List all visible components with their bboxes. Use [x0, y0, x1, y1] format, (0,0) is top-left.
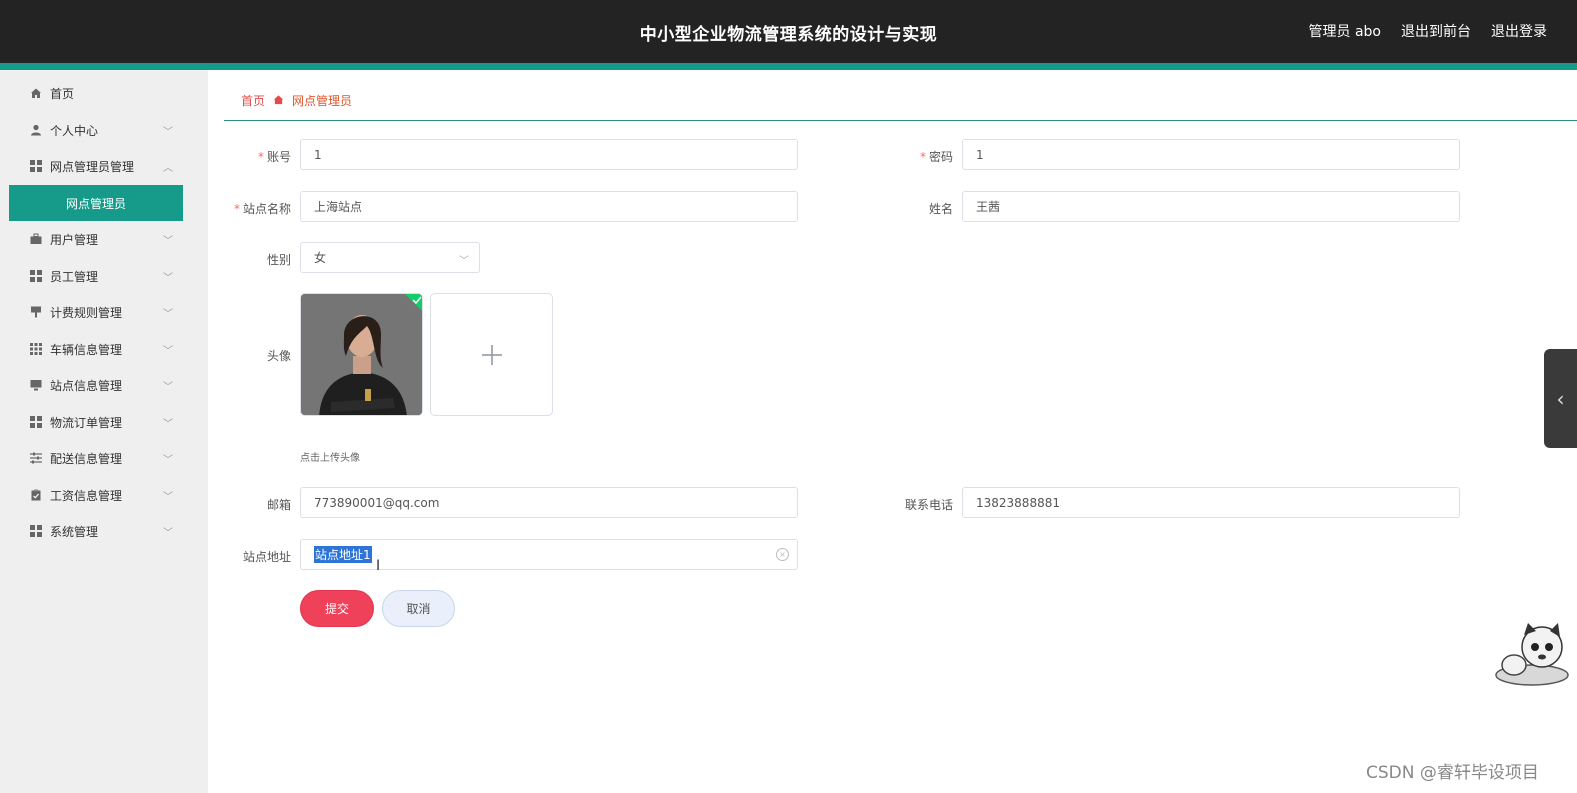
sidebar-item-label: 配送信息管理 [50, 451, 123, 466]
grid-icon [30, 270, 42, 282]
name-input[interactable]: 王茜 [962, 191, 1460, 222]
sidebar-item-staff-mgmt[interactable]: 员工管理 ﹀ [0, 258, 208, 294]
grid-dots-icon [30, 343, 42, 355]
password-label: * 密码 [919, 150, 953, 164]
sidebar-item-user-mgmt[interactable]: 用户管理 ﹀ [0, 221, 208, 257]
chevron-down-icon: ﹀ [163, 127, 173, 138]
sidebar-item-billing-rules[interactable]: 计费规则管理 ﹀ [0, 294, 208, 330]
email-input[interactable]: 773890001@qq.com [300, 487, 798, 518]
header-accent-bar [0, 63, 1577, 70]
sidebar-item-home[interactable]: 首页 [0, 75, 208, 111]
sidebar-item-label: 系统管理 [50, 524, 99, 539]
sidebar-item-vehicle-info[interactable]: 车辆信息管理 ﹀ [0, 331, 208, 367]
sidebar-item-label: 站点信息管理 [50, 378, 123, 393]
clipboard-icon [30, 489, 42, 501]
address-label: 站点地址 [242, 550, 291, 564]
chevron-up-icon: ︿ [163, 163, 173, 174]
collapse-panel-button[interactable]: ‹ [1544, 349, 1577, 448]
upload-avatar-button[interactable] [430, 293, 553, 416]
station-name-label: * 站点名称 [233, 202, 291, 216]
grid-icon [30, 525, 42, 537]
avatar-label: 头像 [266, 349, 291, 363]
sidebar-item-label: 计费规则管理 [50, 305, 123, 320]
sidebar-item-system-mgmt[interactable]: 系统管理 ﹀ [0, 513, 208, 549]
user-icon [30, 124, 42, 136]
sidebar-item-personal-center[interactable]: 个人中心 ﹀ [0, 112, 208, 148]
monitor-icon [30, 379, 42, 391]
sidebar-item-label: 车辆信息管理 [50, 342, 123, 357]
briefcase-icon [30, 233, 42, 245]
pin-icon [30, 306, 42, 318]
chevron-down-icon: ﹀ [163, 273, 173, 284]
chevron-down-icon: ﹀ [459, 256, 469, 267]
top-header: 中小型企业物流管理系统的设计与实现 管理员 abo 退出到前台 退出登录 [0, 0, 1577, 63]
breadcrumb-divider [224, 120, 1577, 121]
account-label: * 账号 [257, 150, 291, 164]
sidebar-item-label: 首页 [50, 86, 75, 101]
email-label: 邮箱 [266, 498, 291, 512]
chevron-down-icon: ﹀ [163, 492, 173, 503]
account-input[interactable]: 1 [300, 139, 798, 170]
chevron-down-icon: ﹀ [163, 236, 173, 247]
sidebar-item-delivery-info[interactable]: 配送信息管理 ﹀ [0, 440, 208, 476]
header-actions: 管理员 abo 退出到前台 退出登录 [1309, 21, 1547, 41]
sidebar-item-outlet-admin-mgmt[interactable]: 网点管理员管理 ︿ [0, 148, 208, 184]
gender-select[interactable]: 女 ﹀ [300, 242, 480, 273]
sidebar-item-label: 用户管理 [50, 232, 99, 247]
sliders-icon [30, 452, 42, 464]
chevron-down-icon: ﹀ [163, 309, 173, 320]
grid-icon [30, 416, 42, 428]
gender-label: 性别 [266, 253, 291, 267]
name-label: 姓名 [928, 202, 953, 216]
upload-hint: 点击上传头像 [300, 453, 360, 464]
breadcrumb: 首页 网点管理员 [241, 92, 352, 109]
sidebar-item-logistics-orders[interactable]: 物流订单管理 ﹀ [0, 404, 208, 440]
chevron-down-icon: ﹀ [163, 455, 173, 466]
chevron-down-icon: ﹀ [163, 419, 173, 430]
current-user-label[interactable]: 管理员 abo [1309, 21, 1381, 41]
home-icon [273, 94, 284, 108]
sidebar-subitem-outlet-admin[interactable]: 网点管理员 [9, 185, 183, 221]
text-cursor-icon: I [376, 558, 381, 574]
sidebar-item-label: 工资信息管理 [50, 488, 123, 503]
station-name-input[interactable]: 上海站点 [300, 191, 798, 222]
phone-label: 联系电话 [904, 498, 953, 512]
submit-button[interactable]: 提交 [300, 590, 374, 627]
mascot-image [1495, 623, 1569, 686]
sidebar-item-label: 员工管理 [50, 269, 99, 284]
breadcrumb-home[interactable]: 首页 [241, 92, 265, 109]
chevron-down-icon: ﹀ [163, 528, 173, 539]
address-selected-text: 站点地址1 [314, 546, 372, 563]
grid-icon [30, 160, 42, 172]
cancel-button[interactable]: 取消 [382, 590, 455, 627]
phone-input[interactable]: 13823888881 [962, 487, 1460, 518]
sidebar-item-label: 个人中心 [50, 123, 99, 138]
exit-to-front-link[interactable]: 退出到前台 [1401, 21, 1471, 41]
home-icon [30, 87, 42, 99]
watermark: CSDN @睿轩毕设项目 [1366, 763, 1539, 783]
address-input[interactable]: 站点地址1 × [300, 539, 798, 570]
sidebar-item-salary-info[interactable]: 工资信息管理 ﹀ [0, 477, 208, 513]
sidebar-item-label: 网点管理员管理 [50, 159, 135, 174]
chevron-down-icon: ﹀ [163, 346, 173, 357]
chevron-left-icon: ‹ [1556, 386, 1565, 411]
logout-link[interactable]: 退出登录 [1491, 21, 1547, 41]
breadcrumb-current: 网点管理员 [292, 94, 353, 108]
sidebar-item-label: 物流订单管理 [50, 415, 123, 430]
clear-icon[interactable]: × [776, 548, 789, 561]
password-input[interactable]: 1 [962, 139, 1460, 170]
avatar-image[interactable] [300, 293, 423, 416]
sidebar-item-station-info[interactable]: 站点信息管理 ﹀ [0, 367, 208, 403]
chevron-down-icon: ﹀ [163, 382, 173, 393]
